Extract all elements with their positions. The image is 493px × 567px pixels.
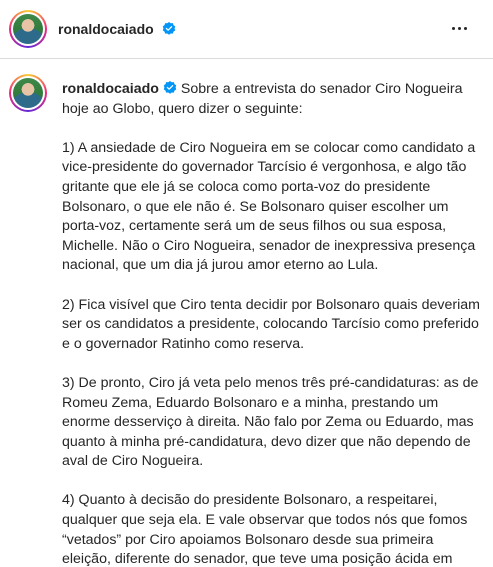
caption-username-link[interactable]: ronaldocaiado: [62, 81, 159, 97]
header-username-link[interactable]: ronaldocaiado: [58, 21, 154, 37]
caption-intro: ronaldocaiado Sobre a entrevista do sena…: [62, 80, 482, 119]
caption-paragraph: 1) A ansiedade de Ciro Nogueira em se co…: [62, 139, 476, 274]
profile-photo: [13, 78, 43, 108]
more-options-button[interactable]: [447, 16, 471, 40]
more-horizontal-icon: [451, 26, 455, 30]
verified-badge-icon: [163, 81, 177, 95]
post-header: ronaldocaiado: [0, 0, 493, 58]
caption-paragraph: 2) Fica visível que Ciro tenta decidir p…: [62, 296, 480, 352]
profile-photo: [13, 14, 43, 44]
caption-avatar[interactable]: [9, 74, 47, 112]
header-avatar[interactable]: [9, 10, 47, 48]
instagram-post-panel: ronaldocaiado ronaldocaiado Sobre a entr…: [0, 0, 493, 567]
verified-badge-icon: [162, 22, 176, 36]
caption-paragraph: 4) Quanto à decisão do presidente Bolson…: [62, 492, 468, 567]
post-caption: ronaldocaiado Sobre a entrevista do sena…: [62, 80, 482, 567]
caption-paragraph: 3) De pronto, Ciro já veta pelo menos tr…: [62, 374, 479, 470]
header-divider: [0, 58, 493, 59]
